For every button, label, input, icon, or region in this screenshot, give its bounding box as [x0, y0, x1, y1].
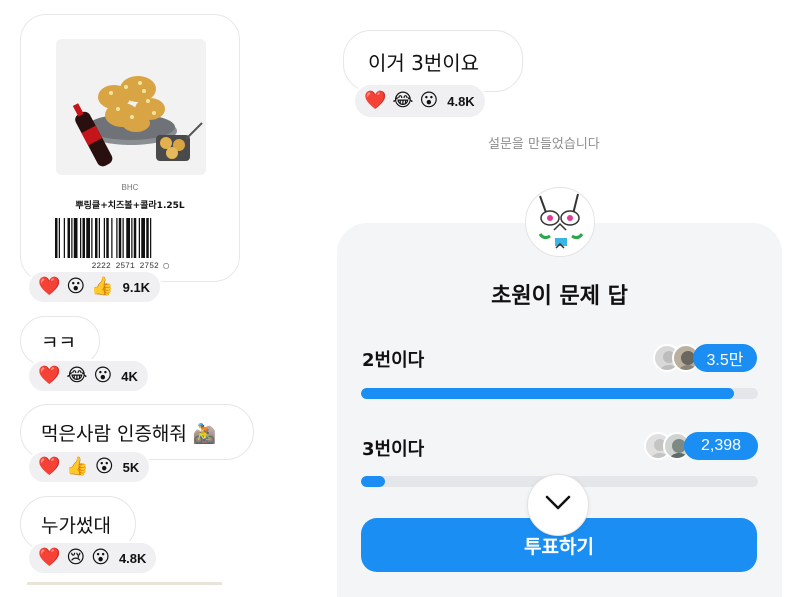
- vote-count-badge: 2,398: [684, 432, 758, 460]
- reaction-count: 5K: [122, 459, 140, 475]
- barcode-bar: [58, 218, 60, 258]
- message-text: 이거 3번이요: [368, 50, 480, 75]
- message-text: 누가썼대: [41, 514, 111, 537]
- message-text: 먹은사람 인증해줘 🚵: [41, 422, 217, 445]
- heart-icon: ❤️: [38, 456, 61, 477]
- product-brand: BHC: [121, 183, 139, 192]
- barcode-bar: [95, 218, 98, 258]
- next-message-edge: [27, 582, 222, 585]
- heart-icon: ❤️: [38, 547, 61, 568]
- barcode-bar: [111, 218, 113, 258]
- heart-icon: ❤️: [364, 90, 387, 111]
- barcode-bar: [80, 218, 82, 258]
- barcode-bar: [82, 218, 85, 258]
- barcode-bar: [55, 218, 58, 258]
- vote-count-badge: 3.5만: [693, 344, 757, 372]
- barcode-bar: [71, 218, 73, 258]
- barcode: [55, 218, 152, 258]
- scroll-down-button[interactable]: [527, 474, 589, 536]
- poll-progress-fill: [361, 388, 735, 399]
- poll-creator-avatar[interactable]: [525, 187, 595, 257]
- poll-title: 초원이 문제 답: [491, 284, 628, 309]
- reaction-bar[interactable]: ❤️ 👍 😮 5K: [27, 450, 152, 484]
- barcode-bar: [63, 218, 65, 258]
- message-text: ㅋㅋ: [41, 331, 76, 354]
- barcode-bar: [116, 218, 118, 258]
- barcode-bar: [150, 218, 152, 258]
- poll-progress-track: [361, 388, 758, 399]
- reaction-count: 4.8K: [447, 93, 475, 109]
- barcode-bar: [103, 218, 105, 258]
- surprised-face-icon: 😮: [419, 90, 439, 111]
- product-gift-card[interactable]: BHC 뿌링클+치즈볼+콜라1.25L 2222 2571 2752 ▢: [20, 14, 240, 282]
- heart-icon: ❤️: [38, 365, 61, 386]
- barcode-bar: [91, 218, 93, 258]
- barcode-bar: [146, 218, 149, 258]
- product-image: [56, 39, 206, 175]
- barcode-bar: [122, 218, 124, 258]
- reaction-count: 4K: [121, 368, 138, 384]
- poll-progress-fill: [361, 476, 385, 487]
- surprised-face-icon: 😮: [91, 547, 110, 568]
- barcode-bar: [133, 218, 137, 258]
- reaction-bar[interactable]: ❤️ 😢 😮 4.8K: [27, 541, 159, 575]
- surprised-face-icon: 😮: [93, 365, 113, 386]
- chevron-down-icon: [545, 495, 571, 515]
- barcode-bar: [106, 218, 109, 258]
- barcode-bar: [126, 218, 130, 258]
- barcode-bar: [73, 218, 78, 258]
- barcode-bar: [118, 218, 122, 258]
- surprised-face-icon: 😮: [94, 456, 114, 477]
- barcode-bar: [141, 218, 145, 258]
- barcode-bar: [67, 218, 70, 258]
- surprised-face-icon: 😮: [66, 276, 86, 297]
- product-name: 뿌링클+치즈볼+콜라1.25L: [75, 201, 185, 211]
- barcode-bar: [98, 218, 100, 258]
- reaction-count: 4.8K: [118, 550, 147, 566]
- thumbs-up-icon: 👍: [91, 276, 114, 297]
- barcode-bar: [131, 218, 133, 258]
- barcode-bar: [138, 218, 140, 258]
- thumbs-up-icon: 👍: [66, 456, 89, 477]
- barcode-bar: [86, 218, 90, 258]
- heart-icon: ❤️: [38, 276, 61, 297]
- reaction-count: 9.1K: [122, 279, 151, 295]
- laughing-face-icon: 😂: [66, 365, 88, 386]
- reaction-bar[interactable]: ❤️ 😂 😮 4K: [27, 359, 150, 393]
- crying-face-icon: 😢: [66, 547, 86, 568]
- reaction-bar[interactable]: ❤️ 😂 😮 4.8K: [353, 83, 487, 119]
- poll-option-label[interactable]: 2번이다: [362, 346, 424, 372]
- poll-option-label[interactable]: 3번이다: [362, 435, 424, 461]
- system-notice: 설문을 만들었습니다: [488, 137, 600, 152]
- laughing-face-icon: 😂: [392, 90, 414, 111]
- reaction-bar-product[interactable]: ❤️ 😮 👍 9.1K: [27, 270, 163, 304]
